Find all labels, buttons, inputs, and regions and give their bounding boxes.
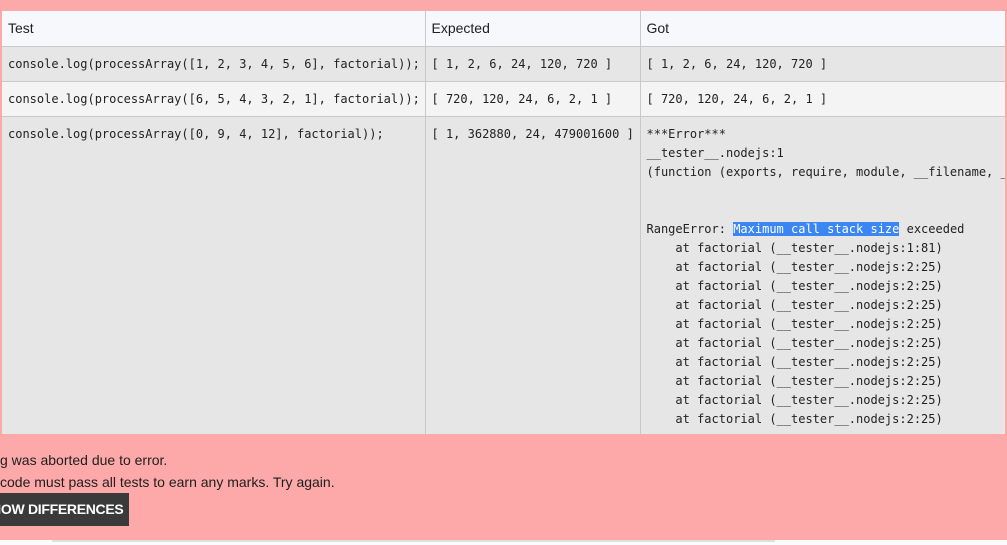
header-expected: Expected [425,11,641,47]
stack-line: at factorial (__tester__.nodejs:2:25) [675,392,943,407]
page-scroll-divider [52,540,775,542]
table-row: console.log(processArray([0, 9, 4, 12], … [2,116,1005,434]
error-line [647,201,999,220]
expected-cell: [ 720, 120, 24, 6, 2, 1 ] [425,81,641,117]
selected-text-highlight[interactable]: Maximum call stack size [733,221,900,236]
stack-line: at factorial (__tester__.nodejs:2:25) [675,297,943,312]
got-cell: [ 1, 2, 6, 24, 120, 720 ] [640,46,1005,82]
got-cell: [ 720, 120, 24, 6, 2, 1 ] [640,81,1005,117]
error-panel: Test Expected Got console.log(processArr… [0,0,1007,540]
table-row: console.log(processArray([1, 2, 3, 4, 5,… [2,46,1005,82]
must-pass-message: code must pass all tests to earn any mar… [0,474,335,490]
test-cell: console.log(processArray([6, 5, 4, 3, 2,… [2,81,426,117]
stack-line: at factorial (__tester__.nodejs:2:25) [675,259,943,274]
table-row: console.log(processArray([6, 5, 4, 3, 2,… [2,81,1005,117]
stack-line: at factorial (__tester__.nodejs:2:25) [675,354,943,369]
stack-line: at factorial (__tester__.nodejs:2:25) [675,411,943,426]
test-cell: console.log(processArray([0, 9, 4, 12], … [2,116,426,434]
header-got: Got [640,11,1005,47]
aborted-message: g was aborted due to error. [0,452,168,468]
range-error-line: RangeError: Maximum call stack size exce… [647,220,999,239]
range-error-suffix: exceeded [899,221,965,236]
test-cell: console.log(processArray([1, 2, 3, 4, 5,… [2,46,426,82]
expected-cell: [ 1, 362880, 24, 479001600 ] [425,116,641,434]
stack-line: at factorial (__tester__.nodejs:2:25) [675,278,943,293]
stack-line: at factorial (__tester__.nodejs:1:81) [675,240,943,255]
table-header-row: Test Expected Got [2,11,1005,47]
got-cell-error: ***Error*** __tester__.nodejs:1 (function … [640,116,1005,434]
header-test: Test [2,11,426,47]
error-line: ***Error*** [646,126,726,141]
results-table: Test Expected Got console.log(processArr… [2,11,1005,434]
results-table-container: Test Expected Got console.log(processArr… [2,11,1005,434]
show-differences-label: SHOW DIFFERENCES [0,501,124,517]
range-error-prefix: RangeError: [646,221,734,236]
show-differences-button[interactable]: SHOW DIFFERENCES [0,493,129,526]
error-line [647,182,999,201]
stack-line: at factorial (__tester__.nodejs:2:25) [675,316,943,331]
stack-line: at factorial (__tester__.nodejs:2:25) [675,335,943,350]
error-line: __tester__.nodejs:1 [646,145,784,160]
stack-line: at factorial (__tester__.nodejs:2:25) [675,373,943,388]
error-line: (function (exports, require, module, __f… [646,164,1005,179]
expected-cell: [ 1, 2, 6, 24, 120, 720 ] [425,46,641,82]
